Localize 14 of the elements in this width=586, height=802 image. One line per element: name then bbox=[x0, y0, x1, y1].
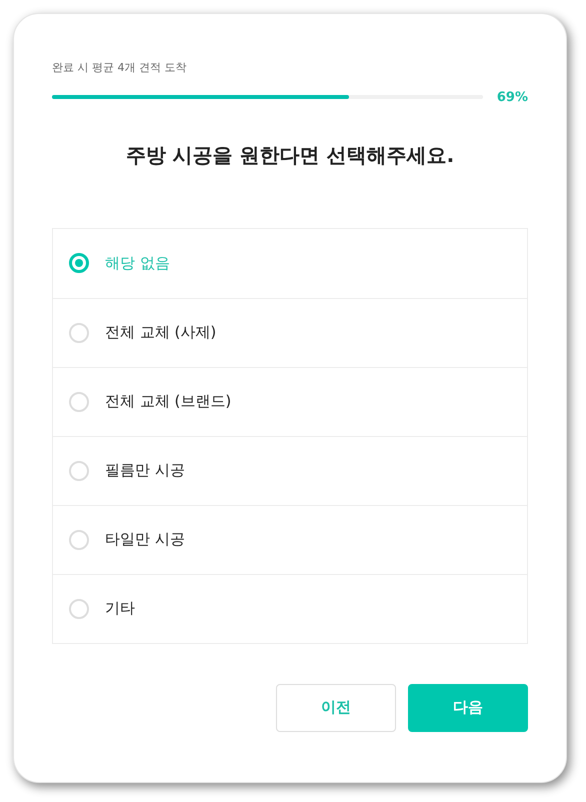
progress-label: 완료 시 평균 4개 견적 도착 bbox=[52, 60, 188, 76]
radio-icon bbox=[69, 322, 89, 342]
radio-icon bbox=[69, 253, 89, 273]
radio-icon bbox=[69, 598, 89, 618]
radio-icon bbox=[69, 460, 89, 480]
radio-icon bbox=[69, 392, 89, 412]
option-item[interactable]: 기타 bbox=[53, 574, 527, 642]
question-title: 주방 시공을 원한다면 선택해주세요. bbox=[124, 142, 456, 168]
option-item[interactable]: 필름만 시공 bbox=[53, 436, 527, 504]
option-item[interactable]: 타일만 시공 bbox=[53, 504, 527, 574]
option-item[interactable]: 전체 교체 (사제) bbox=[53, 298, 527, 366]
progress-percent: 69% bbox=[496, 89, 528, 107]
option-item[interactable]: 전체 교체 (브랜드) bbox=[53, 366, 527, 436]
radio-icon bbox=[69, 530, 89, 550]
